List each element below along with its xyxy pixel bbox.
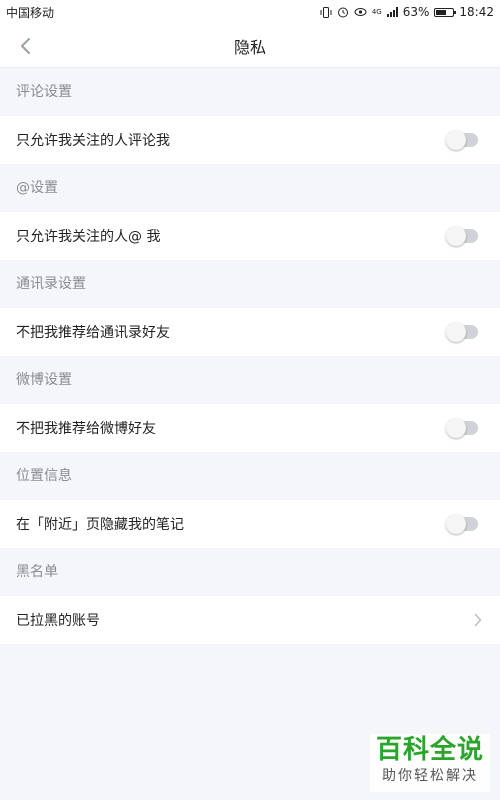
section-header-contacts: 通讯录设置	[0, 260, 500, 308]
watermark-logo: 百科全说 助你轻松解决	[370, 734, 490, 792]
contacts-toggle[interactable]	[446, 322, 478, 342]
toggle-knob	[446, 418, 466, 438]
toggle-knob	[446, 322, 466, 342]
setting-label: 不把我推荐给微博好友	[16, 421, 156, 437]
page-title: 隐私	[233, 37, 266, 57]
comments-toggle[interactable]	[446, 130, 478, 150]
setting-label: 只允许我关注的人@ 我	[16, 229, 161, 245]
setting-row-location[interactable]: 在「附近」页隐藏我的笔记	[0, 500, 500, 548]
chevron-left-icon	[21, 38, 30, 54]
settings-list: 评论设置 只允许我关注的人评论我 @设置 只允许我关注的人@ 我 通讯录设置 不…	[0, 68, 500, 644]
section-header-comments: 评论设置	[0, 68, 500, 116]
section-header-location: 位置信息	[0, 452, 500, 500]
watermark-title: 百科全说	[375, 735, 484, 765]
section-header-blacklist: 黑名单	[0, 548, 500, 596]
eye-icon	[354, 7, 367, 17]
setting-row-comments[interactable]: 只允许我关注的人评论我	[0, 116, 500, 164]
battery-percent: 63%	[402, 5, 430, 19]
setting-row-contacts[interactable]: 不把我推荐给通讯录好友	[0, 308, 500, 356]
weibo-toggle[interactable]	[446, 418, 478, 438]
section-header-mentions: @设置	[0, 164, 500, 212]
location-toggle[interactable]	[446, 514, 478, 534]
setting-label: 在「附近」页隐藏我的笔记	[16, 517, 184, 533]
chevron-right-icon	[470, 612, 486, 628]
back-button[interactable]	[12, 32, 40, 60]
battery-fill	[436, 9, 447, 15]
battery-icon	[434, 7, 457, 17]
setting-row-weibo[interactable]: 不把我推荐给微博好友	[0, 404, 500, 452]
alarm-icon	[337, 6, 349, 18]
mentions-toggle[interactable]	[446, 226, 478, 246]
toggle-knob	[446, 130, 466, 150]
setting-label: 已拉黑的账号	[16, 613, 100, 629]
clock: 18:42	[459, 5, 494, 19]
watermark-subtitle: 助你轻松解决	[382, 768, 478, 784]
setting-label: 只允许我关注的人评论我	[16, 133, 170, 149]
nav-bar: 隐私	[0, 24, 500, 68]
vibrate-icon	[320, 6, 332, 18]
setting-row-mentions[interactable]: 只允许我关注的人@ 我	[0, 212, 500, 260]
network-type-label: 4G	[371, 8, 382, 16]
toggle-knob	[446, 514, 466, 534]
toggle-knob	[446, 226, 466, 246]
section-header-weibo: 微博设置	[0, 356, 500, 404]
status-bar: 中国移动 4G 63% 18:42	[0, 0, 500, 24]
signal-icon	[386, 7, 398, 17]
setting-label: 不把我推荐给通讯录好友	[16, 325, 170, 341]
setting-row-blocked-accounts[interactable]: 已拉黑的账号	[0, 596, 500, 644]
status-icons: 4G 63% 18:42	[320, 5, 494, 19]
carrier-label: 中国移动	[6, 5, 55, 20]
